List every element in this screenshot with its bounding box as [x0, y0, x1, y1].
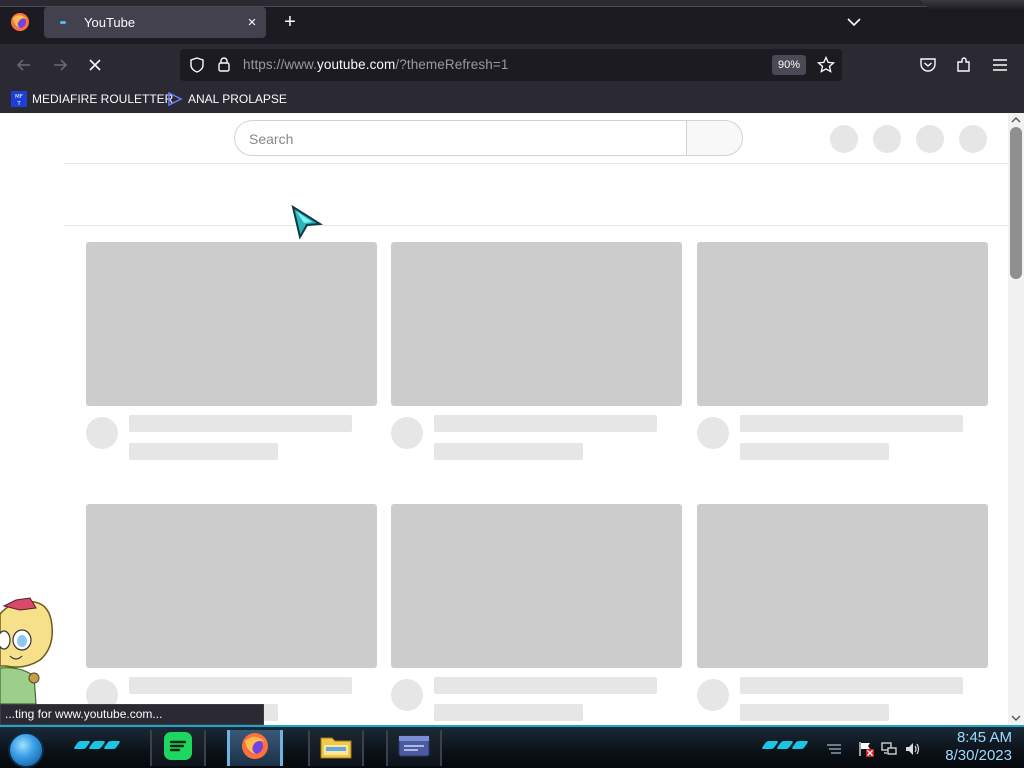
title-line-skeleton [434, 415, 657, 432]
mediafire-icon: MF T [11, 91, 27, 107]
channel-avatar-skeleton [697, 417, 729, 449]
search-input[interactable]: Search [234, 120, 687, 156]
clock-date: 8/30/2023 [945, 747, 1012, 764]
bookmarks-toolbar: MF T MEDIAFIRE ROULETTER ANAL PROLAPSE [0, 84, 1024, 113]
start-button[interactable] [8, 732, 44, 768]
window-app-icon [398, 734, 430, 763]
scroll-up-arrow-icon[interactable] [1008, 113, 1024, 127]
url-suffix: /?themeRefresh=1 [395, 57, 509, 72]
loading-favicon-icon [58, 16, 72, 30]
bookmark-label: MEDIAFIRE ROULETTER [32, 92, 174, 106]
zoom-level-badge[interactable]: 90% [772, 55, 806, 75]
taskbar-app-window[interactable] [386, 730, 442, 766]
header-placeholder-circle [873, 125, 901, 153]
pocket-icon[interactable] [915, 52, 941, 78]
header-placeholder-circle [830, 125, 858, 153]
status-bar-text: ...ting for www.youtube.com... [0, 704, 264, 725]
bookmark-label: ANAL PROLAPSE [188, 92, 287, 106]
chips-divider [64, 225, 1008, 226]
header-placeholder-circle [916, 125, 944, 153]
tab-title: YouTube [84, 15, 136, 30]
channel-avatar-skeleton [86, 417, 118, 449]
title-line-skeleton [740, 677, 963, 694]
volume-icon[interactable] [905, 741, 921, 757]
scroll-down-arrow-icon[interactable] [1008, 711, 1024, 725]
address-bar[interactable]: https://www.youtube.com/?themeRefresh=1 … [180, 49, 842, 81]
tab-youtube[interactable]: YouTube × [44, 7, 266, 38]
meta-line-skeleton [434, 704, 583, 721]
extensions-icon[interactable] [951, 52, 977, 78]
network-icon[interactable] [881, 741, 897, 757]
scrollbar-thumb[interactable] [1010, 127, 1022, 279]
page-scrollbar[interactable] [1008, 113, 1024, 725]
header-placeholder-circle [959, 125, 987, 153]
flag-alert-icon[interactable] [858, 741, 874, 757]
new-tab-button[interactable]: + [278, 11, 302, 35]
taskbar-app-spotify[interactable] [150, 730, 206, 766]
bookmark-mediafire-rouletter[interactable]: MF T MEDIAFIRE ROULETTER [11, 90, 173, 108]
back-arrow-icon[interactable] [11, 52, 37, 78]
title-line-skeleton [129, 677, 352, 694]
hamburger-menu-icon[interactable] [987, 52, 1013, 78]
lock-icon[interactable] [217, 56, 231, 77]
chevron-down-icon[interactable] [842, 12, 866, 32]
tracking-shield-icon[interactable] [189, 57, 205, 78]
forward-arrow-icon[interactable] [47, 52, 73, 78]
stop-loading-icon[interactable] [82, 52, 108, 78]
svg-text:MF: MF [15, 94, 23, 100]
bookmark-anal-prolapse[interactable]: ANAL PROLAPSE [167, 90, 287, 108]
taskbar-decoration [761, 741, 809, 749]
title-line-skeleton [434, 677, 657, 694]
taskbar: 8:45 AM 8/30/2023 [0, 725, 1024, 768]
taskbar-decoration [73, 741, 121, 749]
url-prefix: https://www. [243, 57, 317, 72]
meta-line-skeleton [740, 443, 889, 460]
clock-time: 8:45 AM [956, 729, 1012, 746]
firefox-menu-icon[interactable] [10, 12, 30, 32]
tab-close-icon[interactable]: × [238, 14, 266, 31]
channel-avatar-skeleton [391, 417, 423, 449]
channel-avatar-skeleton [391, 679, 423, 711]
title-line-skeleton [740, 415, 963, 432]
search-button[interactable] [686, 120, 743, 156]
file-explorer-icon [320, 732, 352, 765]
meta-line-skeleton [740, 704, 889, 721]
video-thumbnail-skeleton [697, 504, 988, 668]
video-thumbnail-skeleton [391, 242, 682, 406]
video-thumbnail-skeleton [391, 504, 682, 668]
youtube-page: Search [0, 113, 1008, 725]
video-thumbnail-skeleton [86, 242, 377, 406]
tab-strip: YouTube × + [0, 0, 1024, 44]
search-placeholder: Search [249, 131, 294, 147]
meta-line-skeleton [434, 443, 583, 460]
video-thumbnail-skeleton [697, 242, 988, 406]
url-text[interactable]: https://www.youtube.com/?themeRefresh=1 [243, 57, 508, 72]
mouse-cursor-icon [290, 204, 324, 240]
video-thumbnail-skeleton [86, 504, 377, 668]
firefox-icon [241, 732, 269, 765]
channel-avatar-skeleton [697, 679, 729, 711]
title-line-skeleton [129, 415, 352, 432]
taskbar-clock[interactable]: 8:45 AM 8/30/2023 [934, 729, 1012, 765]
bookmark-star-icon[interactable] [816, 55, 836, 79]
bookmark-page-icon [167, 91, 183, 107]
svg-text:T: T [16, 101, 21, 107]
window-corner-decoration [920, 0, 1024, 12]
taskbar-app-file-explorer[interactable] [308, 730, 364, 766]
taskbar-app-firefox[interactable] [227, 730, 283, 766]
spotify-icon [163, 731, 193, 766]
header-divider [64, 163, 1008, 164]
tab-strip-top-edge [0, 0, 1024, 7]
action-center-icon[interactable] [825, 741, 841, 757]
meta-line-skeleton [129, 443, 278, 460]
url-domain: youtube.com [316, 57, 396, 72]
